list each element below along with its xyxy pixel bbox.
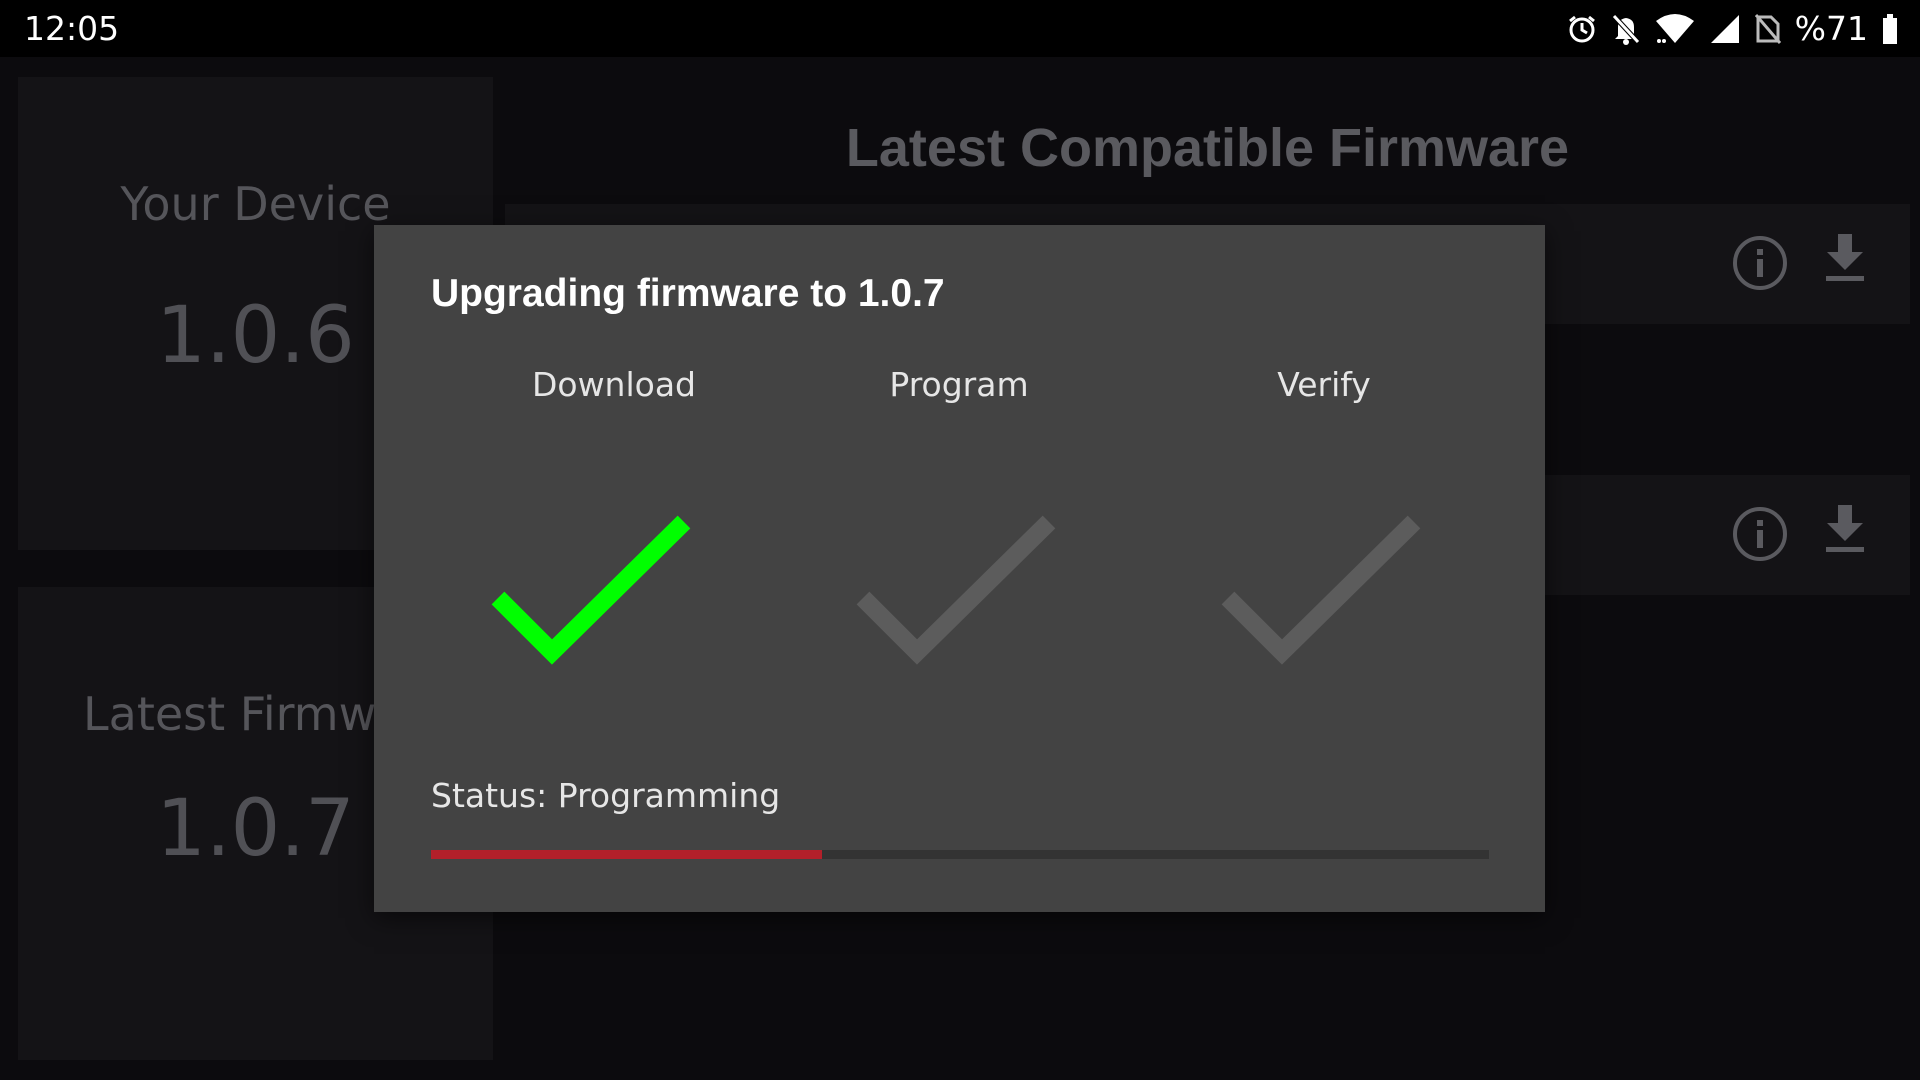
- dialog-title: Upgrading firmware to 1.0.7: [431, 272, 945, 315]
- no-sim-icon: [1754, 13, 1781, 45]
- signal-icon: [1709, 13, 1741, 45]
- status-time: 12:05: [24, 9, 120, 48]
- status-bar: 12:05 %71: [0, 0, 1920, 57]
- progress-bar: [431, 850, 1489, 859]
- step-program-label: Program: [889, 365, 1029, 404]
- program-check-icon: [849, 510, 1069, 694]
- download-icon[interactable]: [1823, 503, 1867, 559]
- download-icon[interactable]: [1823, 232, 1867, 288]
- verify-check-icon: [1214, 510, 1434, 694]
- notifications-off-icon: [1611, 13, 1641, 45]
- step-download-label: Download: [531, 365, 697, 404]
- status-text: Status: Programming: [431, 776, 781, 815]
- alarm-icon: [1567, 14, 1597, 44]
- status-icons: %71: [1567, 9, 1898, 49]
- wifi-icon: [1655, 13, 1695, 45]
- progress-fill: [431, 850, 823, 859]
- info-icon[interactable]: [1731, 505, 1789, 567]
- battery-percent: %71: [1794, 9, 1868, 48]
- download-check-icon: [484, 510, 704, 694]
- compatible-firmware-title: Latest Compatible Firmware: [845, 118, 1570, 178]
- your-device-title: Your Device: [120, 177, 391, 231]
- step-verify-label: Verify: [1277, 365, 1371, 404]
- battery-icon: [1882, 13, 1898, 45]
- upgrade-dialog: Upgrading firmware to 1.0.7 Download Pro…: [374, 225, 1545, 912]
- info-icon[interactable]: [1731, 234, 1789, 296]
